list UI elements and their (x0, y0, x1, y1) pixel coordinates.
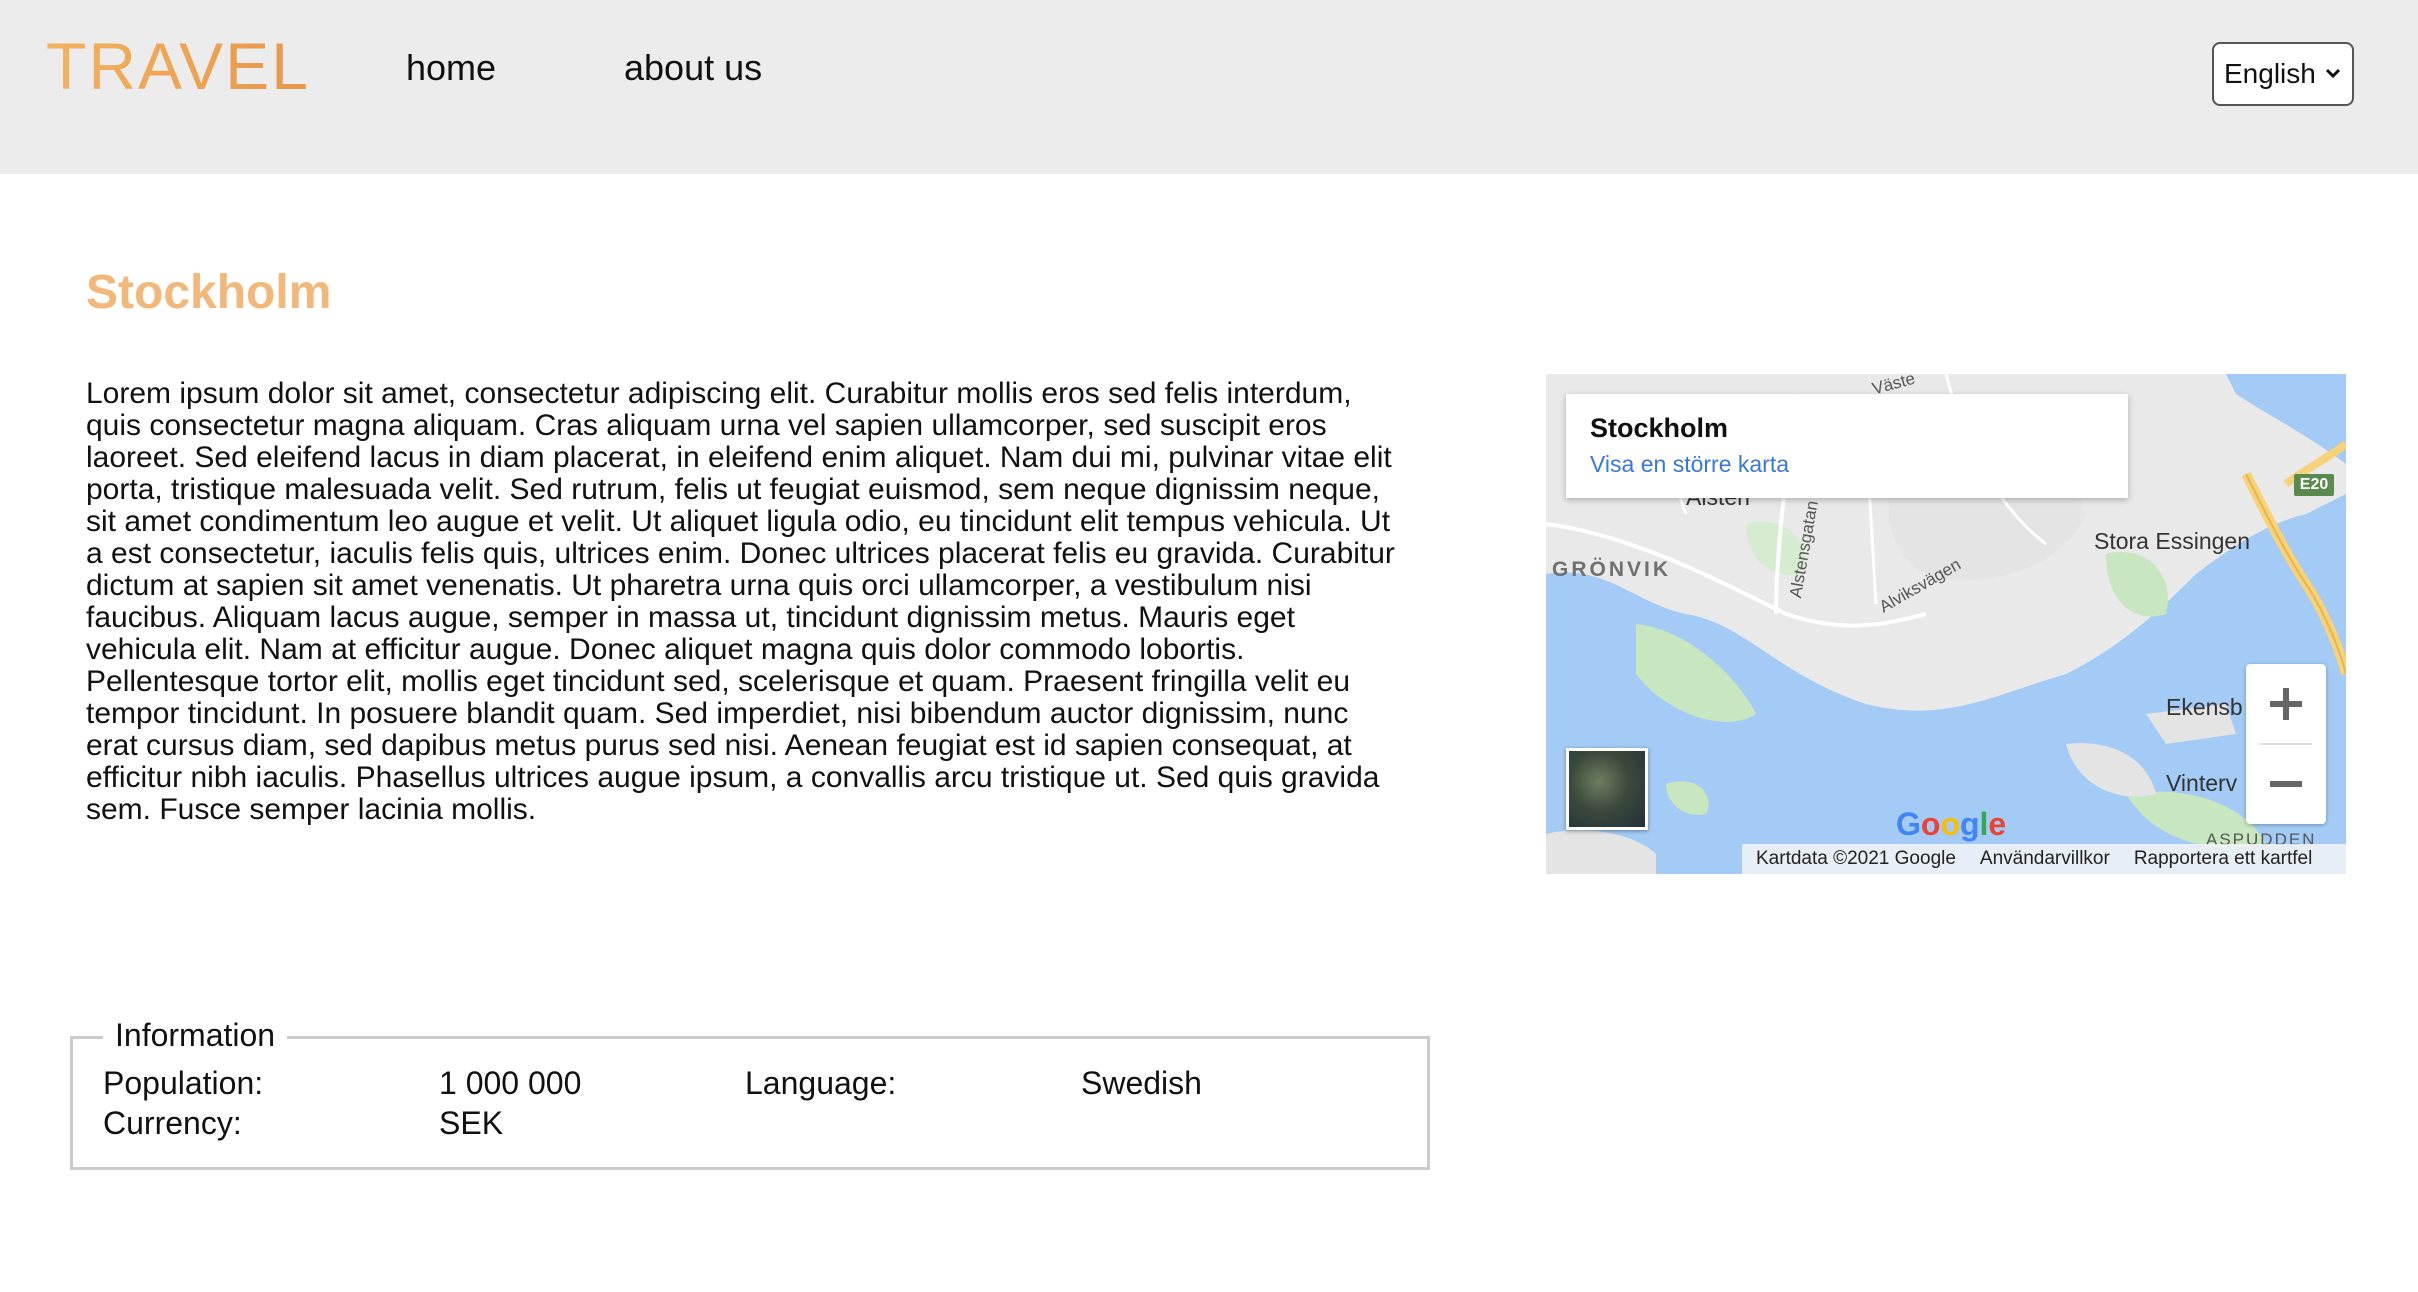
nav-home-link[interactable]: home (406, 46, 496, 90)
information-box: Information Population: 1 000 000 Langua… (70, 1017, 1430, 1170)
nav-about-link[interactable]: about us (624, 46, 762, 90)
map-info-card: Stockholm Visa en större karta (1566, 394, 2128, 498)
map-card-title: Stockholm (1590, 413, 1729, 443)
map-label-gronvik: GRÖNVIK (1552, 558, 1672, 581)
google-logo: Google (1896, 806, 2007, 842)
minus-icon (2270, 781, 2302, 787)
terms-link[interactable]: Användarvillkor (1980, 848, 2110, 870)
zoom-in-button[interactable] (2246, 664, 2326, 744)
map-footer: Kartdata ©2021 Google Användarvillkor Ra… (1742, 844, 2346, 874)
city-description: Lorem ipsum dolor sit amet, consectetur … (86, 377, 1395, 826)
map-data-credit: Kartdata ©2021 Google (1756, 848, 1956, 869)
satellite-toggle-button[interactable] (1566, 748, 1648, 830)
language-label: Language: (745, 1065, 897, 1101)
report-map-error-link[interactable]: Rapportera ett kartfel (2134, 848, 2312, 870)
map-label-ekensb: Ekensb (2166, 694, 2243, 720)
language-select-value: English (2224, 58, 2316, 89)
information-legend: Information (103, 1017, 288, 1053)
currency-label: Currency: (103, 1105, 242, 1141)
site-logo[interactable]: TRAVEL (46, 26, 310, 106)
map-label-stora-essingen: Stora Essingen (2094, 528, 2250, 554)
map-label-vinterv: Vinterv (2166, 770, 2238, 796)
plus-icon (2270, 688, 2302, 720)
road-badge-e20: E20 (2294, 474, 2334, 496)
currency-value: SEK (439, 1105, 504, 1141)
language-value: Swedish (1081, 1065, 1202, 1101)
site-header: TRAVEL home about us English (0, 0, 2418, 174)
embedded-map[interactable]: Alsten GRÖNVIK Stora Essingen Ekensb Vin… (1546, 374, 2346, 874)
larger-map-link[interactable]: Visa en större karta (1590, 448, 2104, 480)
population-value: 1 000 000 (439, 1065, 582, 1101)
map-zoom-control (2246, 664, 2326, 824)
chevron-down-icon (2325, 68, 2341, 79)
page-title: Stockholm (86, 266, 332, 319)
language-select[interactable]: English (2212, 42, 2354, 106)
zoom-out-button[interactable] (2246, 744, 2326, 824)
population-label: Population: (103, 1065, 264, 1101)
